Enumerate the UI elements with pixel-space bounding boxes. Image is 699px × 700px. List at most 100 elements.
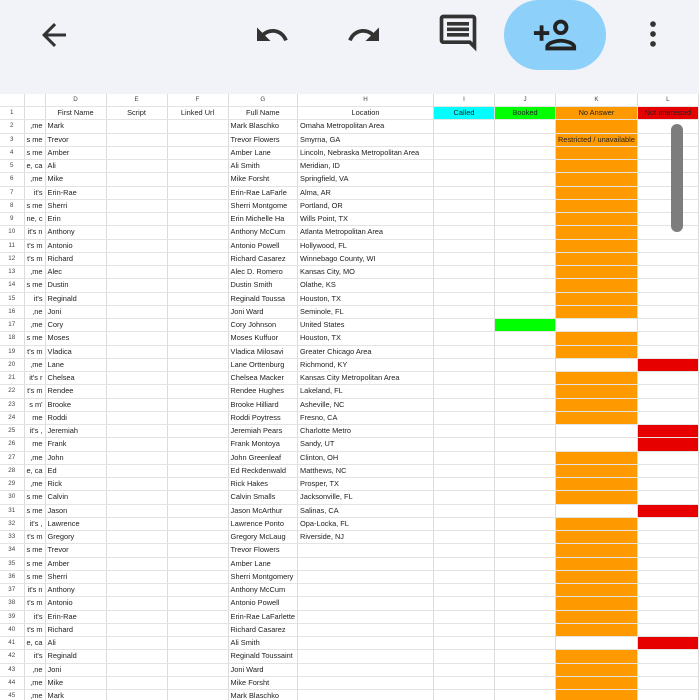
more-options-button[interactable]: [636, 12, 670, 56]
cell-booked[interactable]: [494, 623, 557, 638]
row-number[interactable]: 17: [0, 318, 25, 333]
cell-linked-url[interactable]: [167, 464, 229, 479]
cell-linked-url[interactable]: [167, 623, 229, 638]
cell-full-name[interactable]: Cory Johnson: [228, 318, 299, 333]
cell-c[interactable]: e, ca: [24, 636, 46, 651]
cell-first-name[interactable]: Dustin: [45, 278, 107, 293]
cell-called[interactable]: [433, 490, 496, 505]
cell-c[interactable]: s me: [24, 133, 46, 147]
cell-location[interactable]: Kansas City Metropolitan Area: [297, 371, 435, 386]
cell-location[interactable]: Richmond, KY: [297, 358, 435, 373]
cell-script[interactable]: [106, 278, 168, 293]
cell-full-name[interactable]: Vladica Milosavi: [228, 345, 299, 359]
cell-location[interactable]: Asheville, NC: [297, 398, 435, 412]
cell-c[interactable]: it's n: [24, 583, 46, 598]
cell-linked-url[interactable]: [167, 437, 229, 452]
cell-linked-url[interactable]: [167, 239, 229, 253]
row-number[interactable]: 11: [0, 239, 25, 253]
cell-script[interactable]: [106, 610, 168, 624]
cell-called[interactable]: [433, 119, 496, 134]
cell-location[interactable]: Houston, TX: [297, 331, 435, 346]
comment-button[interactable]: [434, 9, 482, 57]
cell-no-answer[interactable]: [555, 292, 638, 306]
column-letter[interactable]: [0, 94, 25, 107]
cell-linked-url[interactable]: [167, 504, 229, 518]
cell-no-answer[interactable]: [555, 411, 638, 426]
cell-first-name[interactable]: Amber: [45, 146, 107, 161]
cell-first-name[interactable]: John: [45, 451, 107, 465]
cell-first-name[interactable]: Erin: [45, 212, 107, 227]
row-number[interactable]: 9: [0, 212, 25, 227]
cell-script[interactable]: [106, 318, 168, 333]
cell-c[interactable]: it's r: [24, 371, 46, 386]
cell-script[interactable]: [106, 649, 168, 664]
cell-no-answer[interactable]: [555, 318, 638, 333]
cell-booked[interactable]: [494, 530, 557, 545]
cell-not-interested[interactable]: [637, 424, 699, 439]
cell-c[interactable]: t's m: [24, 623, 46, 638]
cell-booked[interactable]: [494, 345, 557, 359]
cell-full-name[interactable]: Richard Casarez: [228, 623, 299, 638]
cell-no-answer[interactable]: [555, 517, 638, 532]
cell-no-answer[interactable]: [555, 172, 638, 187]
cell-location[interactable]: [297, 610, 435, 624]
cell-no-answer[interactable]: [555, 663, 638, 677]
cell-location[interactable]: Opa-Locka, FL: [297, 517, 435, 532]
cell-no-answer[interactable]: [555, 384, 638, 399]
cell-linked-url[interactable]: [167, 596, 229, 611]
cell-called[interactable]: [433, 278, 496, 293]
cell-linked-url[interactable]: [167, 451, 229, 465]
cell-booked[interactable]: [494, 384, 557, 399]
cell-first-name[interactable]: Richard: [45, 252, 107, 267]
cell-script[interactable]: [106, 398, 168, 412]
cell-booked[interactable]: [494, 596, 557, 611]
cell-c[interactable]: s me: [24, 331, 46, 346]
row-number[interactable]: 21: [0, 371, 25, 386]
cell-called[interactable]: [433, 636, 496, 651]
cell-linked-url[interactable]: [167, 676, 229, 691]
cell-script[interactable]: [106, 517, 168, 532]
cell-script[interactable]: [106, 199, 168, 214]
cell-booked[interactable]: [494, 636, 557, 651]
cell-full-name[interactable]: Moses Kuffuor: [228, 331, 299, 346]
cell-no-answer[interactable]: [555, 212, 638, 227]
cell-called[interactable]: [433, 186, 496, 200]
cell-called[interactable]: [433, 424, 496, 439]
cell-first-name[interactable]: Sherri: [45, 199, 107, 214]
cell-called[interactable]: [433, 530, 496, 545]
cell-script[interactable]: [106, 411, 168, 426]
cell-not-interested[interactable]: [637, 172, 699, 187]
cell-booked[interactable]: [494, 159, 557, 174]
cell-c[interactable]: e, ca: [24, 159, 46, 174]
cell-linked-url[interactable]: [167, 636, 229, 651]
row-number[interactable]: 19: [0, 345, 25, 359]
cell-first-name[interactable]: Jason: [45, 504, 107, 518]
cell-first-name[interactable]: Ed: [45, 464, 107, 479]
row-number[interactable]: 25: [0, 424, 25, 439]
cell-no-answer[interactable]: [555, 358, 638, 373]
cell-not-interested[interactable]: [637, 239, 699, 253]
row-number[interactable]: 20: [0, 358, 25, 373]
cell-script[interactable]: [106, 225, 168, 240]
cell-called[interactable]: [433, 212, 496, 227]
cell-first-name[interactable]: Moses: [45, 331, 107, 346]
cell-not-interested[interactable]: [637, 623, 699, 638]
cell-full-name[interactable]: Ali Smith: [228, 636, 299, 651]
cell-called[interactable]: [433, 225, 496, 240]
cell-not-interested[interactable]: [637, 199, 699, 214]
cell-not-interested[interactable]: [637, 292, 699, 306]
cell-location[interactable]: Houston, TX: [297, 292, 435, 306]
cell-full-name[interactable]: Anthony McCum: [228, 583, 299, 598]
cell-booked[interactable]: [494, 610, 557, 624]
cell-booked[interactable]: [494, 119, 557, 134]
cell-not-interested[interactable]: [637, 490, 699, 505]
header-location[interactable]: Location: [297, 106, 435, 121]
cell-location[interactable]: Salinas, CA: [297, 504, 435, 518]
cell-linked-url[interactable]: [167, 557, 229, 571]
cell-no-answer[interactable]: [555, 146, 638, 161]
cell-full-name[interactable]: Erin-Rae LaFarle: [228, 186, 299, 200]
cell-linked-url[interactable]: [167, 477, 229, 492]
cell-booked[interactable]: [494, 186, 557, 200]
header-first-name[interactable]: First Name: [45, 106, 107, 121]
cell-not-interested[interactable]: [637, 133, 699, 147]
